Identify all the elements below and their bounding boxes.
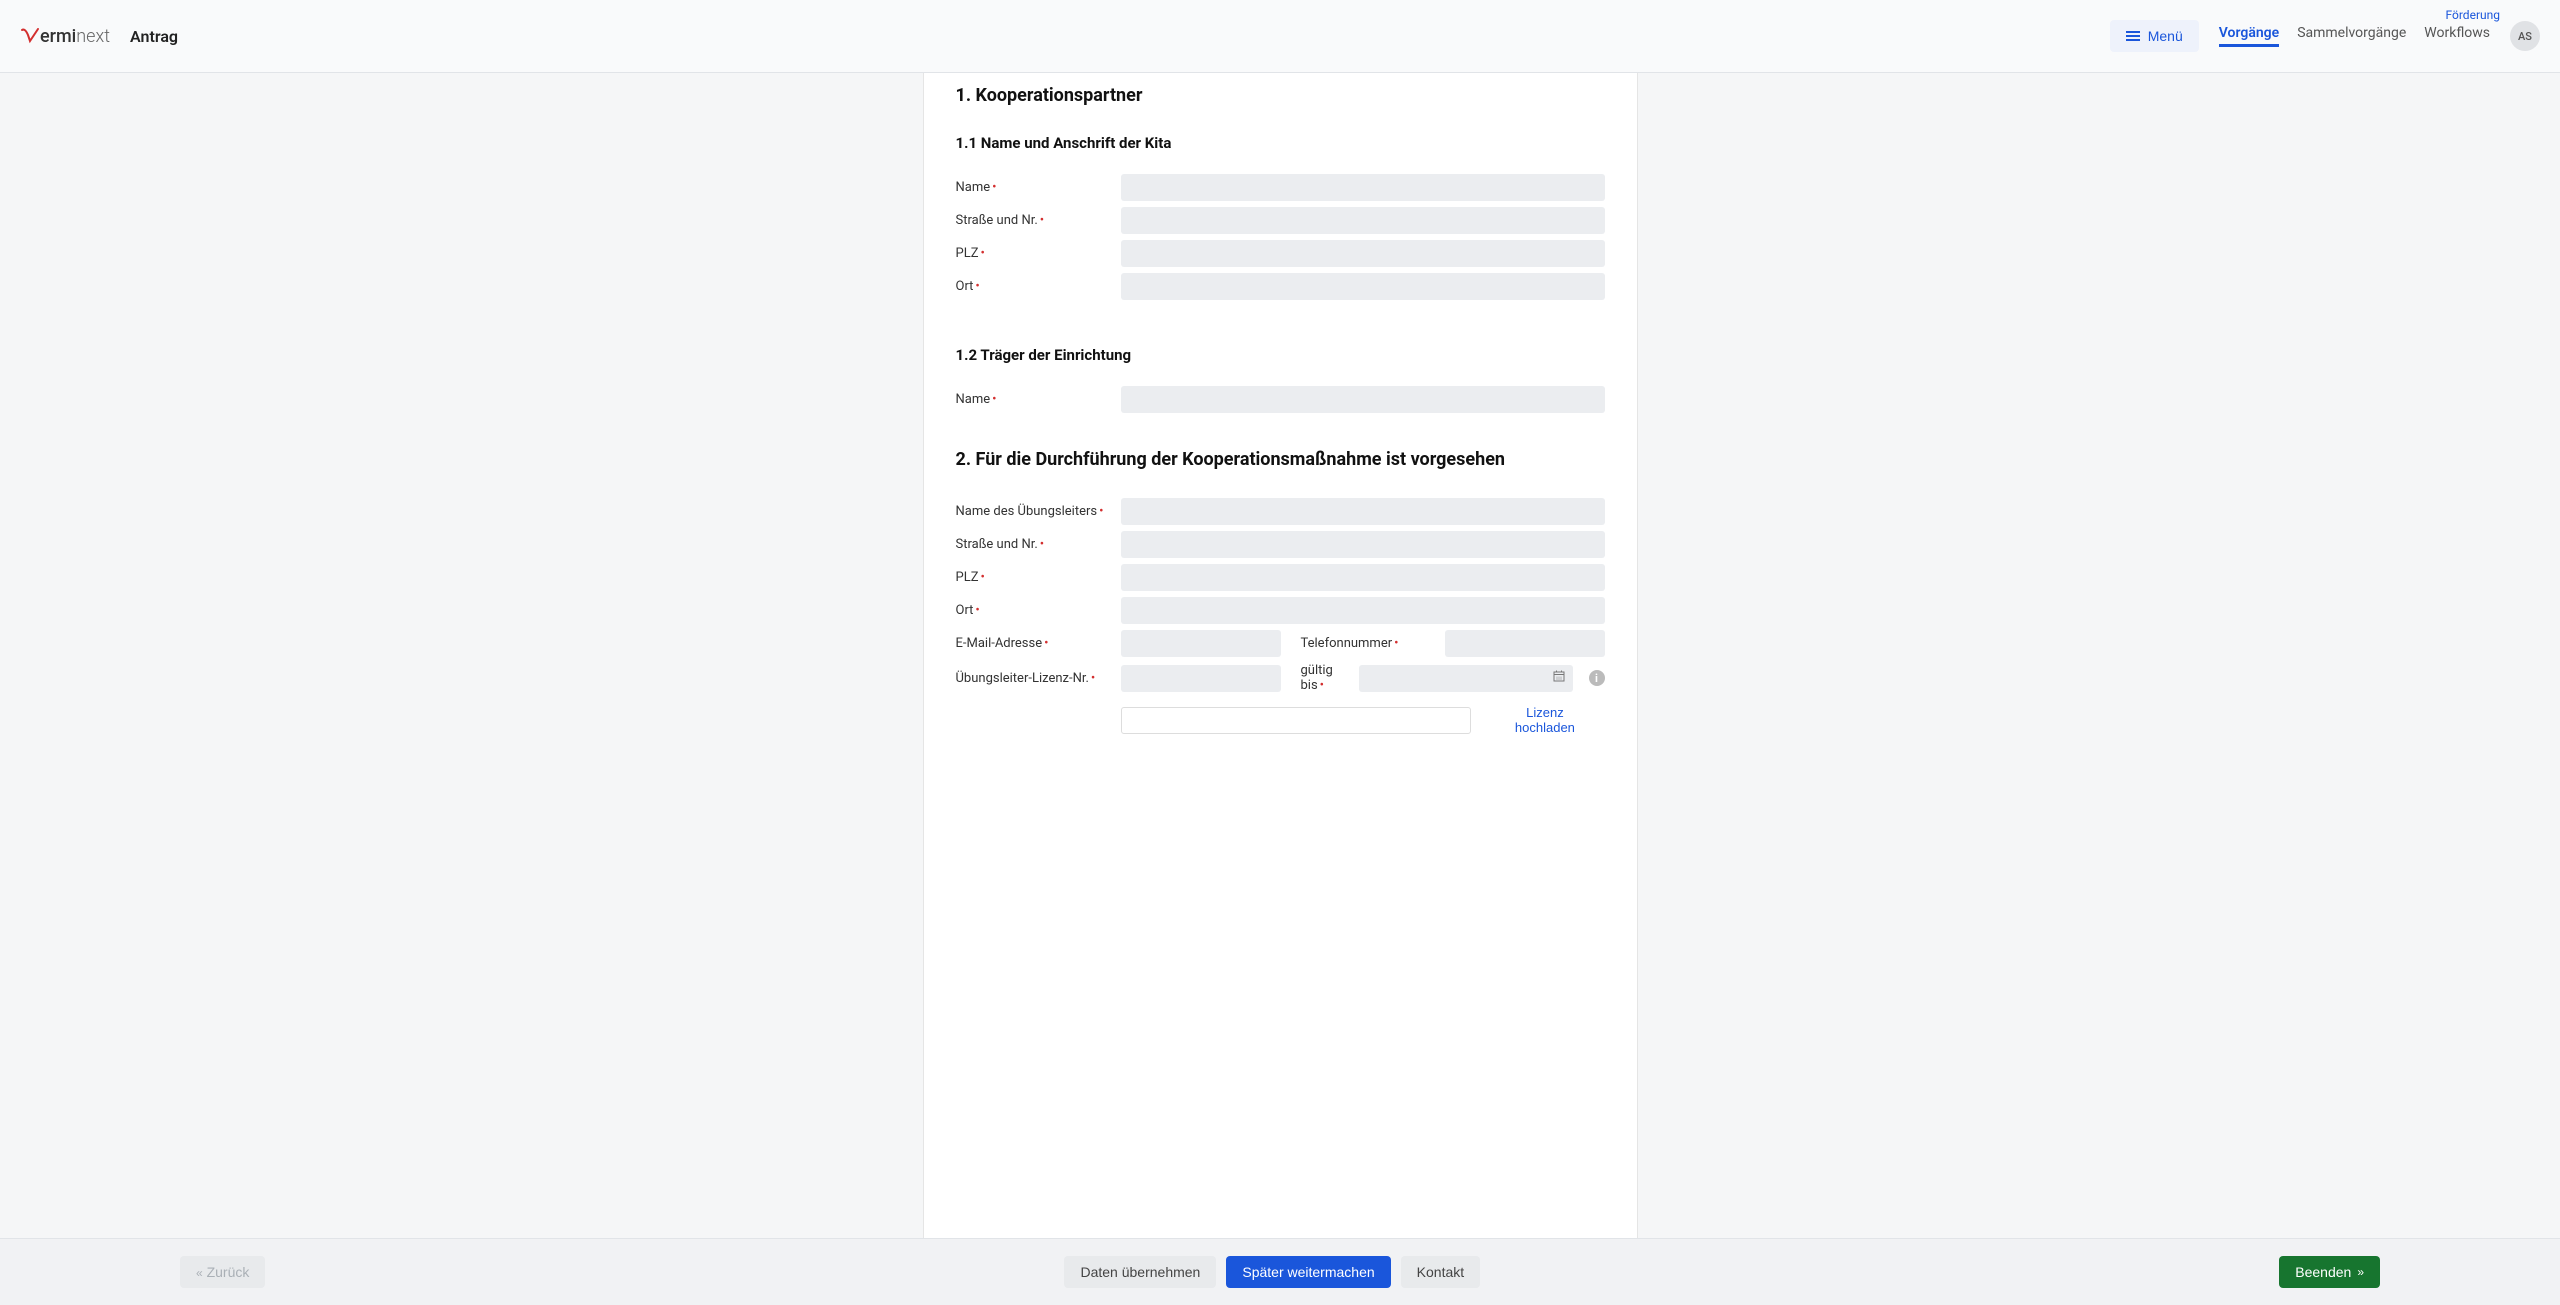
page-title: Antrag xyxy=(130,27,178,46)
telefon-label: Telefonnummer• xyxy=(1301,636,1435,651)
foerderung-link[interactable]: Förderung xyxy=(2446,8,2501,22)
form-row-uebungsleiter: Name des Übungsleiters• xyxy=(956,498,1605,525)
form-row-ul-ort: Ort• xyxy=(956,597,1605,624)
kita-ort-label: Ort• xyxy=(956,279,1111,294)
date-input-wrapper xyxy=(1359,665,1573,692)
uebungsleiter-label: Name des Übungsleiters• xyxy=(956,504,1111,519)
upload-row: Lizenz hochladen xyxy=(1121,699,1605,741)
upload-box[interactable] xyxy=(1121,707,1472,734)
gueltig-bis-label: gültig bis• xyxy=(1301,663,1349,693)
traeger-name-label: Name• xyxy=(956,392,1111,407)
kontakt-button[interactable]: Kontakt xyxy=(1401,1256,1480,1288)
kita-name-label: Name• xyxy=(956,180,1111,195)
lizenz-nr-input[interactable] xyxy=(1121,665,1281,692)
lizenz-upload-button[interactable]: Lizenz hochladen xyxy=(1485,699,1604,741)
traeger-name-input[interactable] xyxy=(1121,386,1605,413)
ul-ort-input[interactable] xyxy=(1121,597,1605,624)
form-row-kita-strasse: Straße und Nr.• xyxy=(956,207,1605,234)
tab-workflows[interactable]: Workflows xyxy=(2424,25,2490,47)
main-container: 1. Kooperationspartner 1.1 Name und Ansc… xyxy=(0,73,2560,1238)
gueltig-bis-input[interactable] xyxy=(1359,665,1573,692)
kita-strasse-input[interactable] xyxy=(1121,207,1605,234)
info-icon[interactable]: i xyxy=(1589,670,1605,686)
ul-plz-label: PLZ• xyxy=(956,570,1111,585)
spaeter-weitermachen-button[interactable]: Später weitermachen xyxy=(1226,1256,1390,1288)
footer-right: Beenden » xyxy=(2279,1256,2380,1288)
logo-swoosh-icon xyxy=(20,27,40,45)
avatar[interactable]: AS xyxy=(2510,21,2540,51)
footer: « Zurück Daten übernehmen Später weiterm… xyxy=(0,1238,2560,1305)
form-row-traeger-name: Name• xyxy=(956,386,1605,413)
chevron-right-icon: » xyxy=(2357,1265,2364,1279)
ul-ort-label: Ort• xyxy=(956,603,1111,618)
kita-name-input[interactable] xyxy=(1121,174,1605,201)
beenden-button[interactable]: Beenden » xyxy=(2279,1256,2380,1288)
footer-center: Daten übernehmen Später weitermachen Kon… xyxy=(1064,1256,1480,1288)
daten-uebernehmen-button[interactable]: Daten übernehmen xyxy=(1064,1256,1216,1288)
section1-title: 1. Kooperationspartner xyxy=(956,85,1605,106)
email-label: E-Mail-Adresse• xyxy=(956,636,1111,651)
form-row-ul-plz: PLZ• xyxy=(956,564,1605,591)
chevron-left-icon: « xyxy=(196,1266,203,1280)
tab-sammelvorgaenge[interactable]: Sammelvorgänge xyxy=(2297,25,2406,47)
uebungsleiter-input[interactable] xyxy=(1121,498,1605,525)
ul-plz-input[interactable] xyxy=(1121,564,1605,591)
telefon-input[interactable] xyxy=(1445,630,1605,657)
form-row-kita-name: Name• xyxy=(956,174,1605,201)
menu-button[interactable]: Menü xyxy=(2110,20,2199,52)
kita-strasse-label: Straße und Nr.• xyxy=(956,213,1111,228)
nav-tabs: Vorgänge Sammelvorgänge Workflows xyxy=(2219,25,2490,47)
email-input[interactable] xyxy=(1121,630,1281,657)
form-row-email-telefon: E-Mail-Adresse• Telefonnummer• xyxy=(956,630,1605,657)
form-row-lizenz: Übungsleiter-Lizenz-Nr.• gültig bis• i xyxy=(956,663,1605,693)
logo-area: erminext Antrag xyxy=(20,26,178,47)
header: erminext Antrag Förderung Menü Vorgänge … xyxy=(0,0,2560,73)
header-right: Menü Vorgänge Sammelvorgänge Workflows A… xyxy=(2110,20,2540,52)
section1-sub2-title: 1.2 Träger der Einrichtung xyxy=(956,346,1605,364)
form-row-kita-plz: PLZ• xyxy=(956,240,1605,267)
section2-title: 2. Für die Durchführung der Kooperations… xyxy=(956,449,1605,470)
ul-strasse-input[interactable] xyxy=(1121,531,1605,558)
logo-text: erminext xyxy=(40,26,110,47)
hamburger-icon xyxy=(2126,31,2140,41)
form-panel: 1. Kooperationspartner 1.1 Name und Ansc… xyxy=(923,73,1638,1238)
lizenz-nr-label: Übungsleiter-Lizenz-Nr.• xyxy=(956,671,1111,686)
footer-left: « Zurück xyxy=(180,1256,265,1288)
ul-strasse-label: Straße und Nr.• xyxy=(956,537,1111,552)
zurueck-button: « Zurück xyxy=(180,1256,265,1288)
kita-plz-input[interactable] xyxy=(1121,240,1605,267)
form-row-ul-strasse: Straße und Nr.• xyxy=(956,531,1605,558)
kita-ort-input[interactable] xyxy=(1121,273,1605,300)
tab-vorgaenge[interactable]: Vorgänge xyxy=(2219,25,2279,47)
logo[interactable]: erminext xyxy=(20,26,110,47)
menu-button-label: Menü xyxy=(2148,28,2183,44)
form-row-kita-ort: Ort• xyxy=(956,273,1605,300)
section1-sub1-title: 1.1 Name und Anschrift der Kita xyxy=(956,134,1605,152)
kita-plz-label: PLZ• xyxy=(956,246,1111,261)
